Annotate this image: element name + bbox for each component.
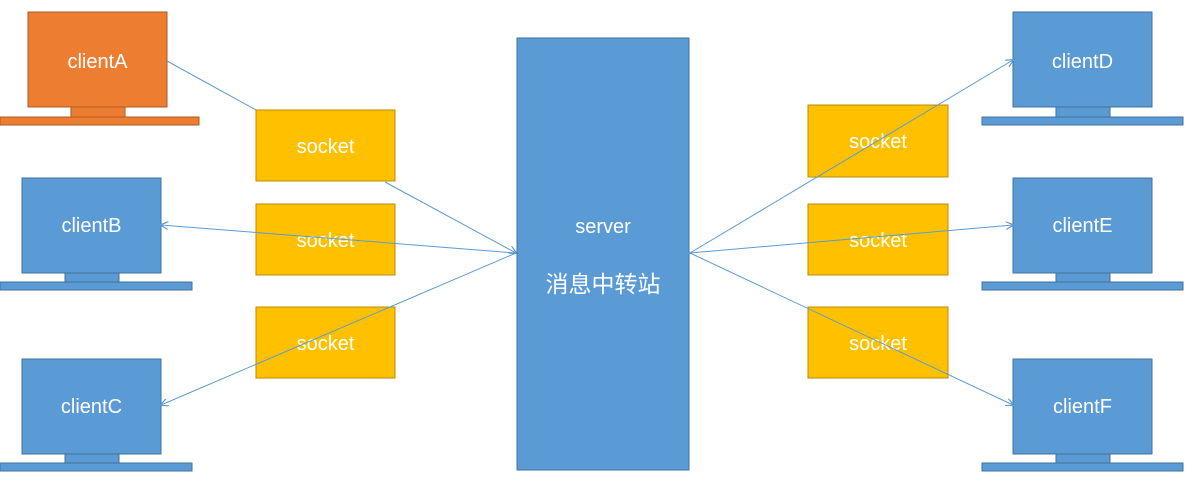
connector-line xyxy=(166,60,257,111)
monitor-neck xyxy=(1055,272,1111,283)
socket-label: socket xyxy=(297,333,355,355)
socket-label: socket xyxy=(849,131,907,153)
connector-arrow xyxy=(384,181,516,253)
monitor-base xyxy=(981,462,1184,472)
client-node: clientC xyxy=(0,358,193,472)
client-label: clientB xyxy=(61,215,121,237)
socket-node: socket xyxy=(255,306,396,379)
socket-node: socket xyxy=(807,306,949,379)
server-label: server xyxy=(575,216,631,238)
monitor-neck xyxy=(64,453,120,464)
server-node: server 消息中转站 xyxy=(516,37,690,471)
server-box xyxy=(516,37,690,471)
client-label: clientE xyxy=(1052,215,1112,237)
monitor-base xyxy=(981,116,1184,126)
socket-node: socket xyxy=(255,203,396,276)
client-node: clientB xyxy=(0,177,193,291)
client-server-diagram: server 消息中转站 socket socket socket socket… xyxy=(0,11,1184,472)
client-label: clientC xyxy=(61,396,122,418)
monitor-base xyxy=(981,281,1184,291)
socket-node: socket xyxy=(807,203,949,276)
connector-arrow xyxy=(689,252,1013,405)
monitor-base xyxy=(0,462,193,472)
client-label: clientD xyxy=(1052,51,1113,73)
monitor-neck xyxy=(64,272,120,283)
monitor-base xyxy=(0,281,193,291)
socket-label: socket xyxy=(297,136,355,158)
monitor-neck xyxy=(1055,453,1111,464)
client-label: clientF xyxy=(1053,396,1112,418)
socket-label: socket xyxy=(297,230,355,252)
monitor-neck xyxy=(70,106,126,118)
client-label: clientA xyxy=(67,51,128,73)
client-node: clientF xyxy=(981,358,1184,472)
client-node: clientE xyxy=(981,177,1184,291)
socket-label: socket xyxy=(849,230,907,252)
server-subtitle: 消息中转站 xyxy=(546,272,661,298)
monitor-base xyxy=(0,116,200,126)
connector-arrow xyxy=(161,252,517,405)
client-node: clientD xyxy=(981,11,1184,126)
monitor-neck xyxy=(1055,106,1111,118)
socket-node: socket xyxy=(255,109,396,182)
client-node: clientA xyxy=(0,11,200,126)
